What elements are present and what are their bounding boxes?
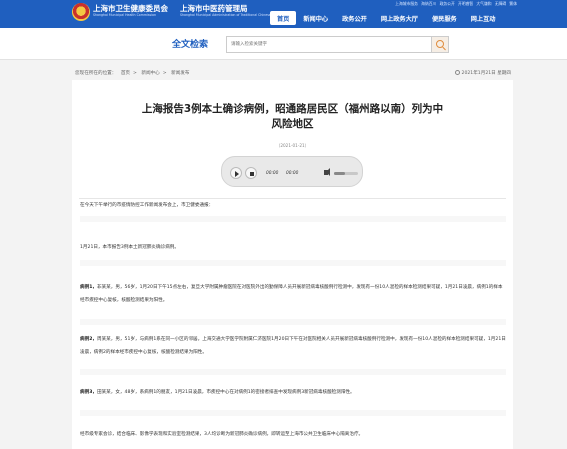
case-2-label: 病例2， bbox=[80, 337, 97, 342]
volume-slider[interactable] bbox=[334, 172, 358, 175]
current-date-text: 2021年1月21日 星期四 bbox=[461, 71, 511, 76]
publish-date: （2021-01-21） bbox=[276, 143, 309, 148]
case-3-text: 田某某，女，48岁，系病例1的朋友，1月21日凌晨，市疾控中心在对病例1的密接者… bbox=[96, 390, 355, 395]
volume-level bbox=[334, 172, 345, 175]
case-3-label: 病例3， bbox=[80, 390, 97, 395]
nav-citizen-services[interactable]: 便民服务 bbox=[425, 11, 464, 25]
paragraph-case-3: 病例3，田某某，女，48岁，系病例1的朋友，1月21日凌晨，市疾控中心在对病例1… bbox=[80, 386, 506, 399]
paragraph-report: 1月21日，本市报告3例本土新冠肺炎确诊病例。 bbox=[80, 245, 179, 250]
search-band: 全文检索 bbox=[0, 28, 567, 60]
paragraph-case-1: 病例1，非某某，男，56岁，1月20日下午15点左右，复旦大学附属肿瘤医院在对医… bbox=[80, 281, 506, 307]
case-2-text: 周某某，男，51岁，与病例1系在同一小区的邻居。上海交通大学医学院附属仁济医院1… bbox=[80, 337, 506, 355]
audio-player: 00:00 00:00 bbox=[221, 156, 363, 187]
case-1-label: 病例1， bbox=[80, 285, 97, 290]
nav-government-affairs[interactable]: 政务公开 bbox=[335, 11, 374, 25]
paragraph-intro: 在今天下午举行的市疫情防控工作新闻发布会上，市卫健委通报： bbox=[80, 203, 214, 208]
current-date: 2021年1月21日 星期四 bbox=[454, 70, 511, 76]
top-link-5: 大气谦和 bbox=[476, 1, 492, 6]
breadcrumb: 您现在所在的位置： 首页 > 新闻中心 > 新闻发布 bbox=[75, 71, 190, 76]
article-title: 上海报告3例本土确诊病例，昭通路居民区（福州路以南）列为中 风险地区 bbox=[72, 102, 513, 132]
emblem-logo-icon[interactable] bbox=[72, 3, 90, 21]
article-title-line-2: 风险地区 bbox=[271, 118, 314, 130]
nav-home[interactable]: 首页 bbox=[270, 11, 297, 25]
paragraph-case-2: 病例2，周某某，男，51岁，与病例1系在同一小区的邻居。上海交通大学医学院附属仁… bbox=[80, 333, 506, 359]
clock-icon bbox=[454, 70, 460, 75]
search-button[interactable] bbox=[432, 36, 449, 53]
top-link-accessibility[interactable]: 无障碍 bbox=[495, 1, 506, 6]
top-link-4: 开明睿智 bbox=[457, 1, 474, 6]
case-1-text: 非某某，男，56岁，1月20日下午15点左右，复旦大学附属肿瘤医院在对医院外出的… bbox=[80, 285, 503, 303]
breadcrumb-news-center[interactable]: 新闻中心 bbox=[141, 71, 159, 76]
main-nav: 首页 新闻中心 政务公开 网上政务大厅 便民服务 网上互动 bbox=[270, 11, 503, 25]
top-link-2: 海纳百川 bbox=[421, 1, 437, 6]
nav-news-center[interactable]: 新闻中心 bbox=[296, 11, 335, 25]
search-input[interactable] bbox=[226, 36, 432, 53]
site-header: 上海市卫生健康委员会 Shanghai Municipal Health Com… bbox=[0, 0, 567, 28]
top-link-3: 政务公开 bbox=[439, 1, 455, 6]
stop-button[interactable] bbox=[245, 167, 257, 179]
nav-online-interaction[interactable]: 网上互动 bbox=[464, 11, 503, 25]
nav-online-service-hall[interactable]: 网上政务大厅 bbox=[374, 11, 425, 25]
breadcrumb-label: 您现在所在的位置： bbox=[75, 71, 117, 76]
article-title-line-1: 上海报告3例本土确诊病例，昭通路居民区（福州路以南）列为中 bbox=[141, 103, 444, 115]
top-link-city-service[interactable]: 上海城市服务 bbox=[395, 1, 418, 6]
search-title: 全文检索 bbox=[172, 40, 209, 50]
top-utility-links: 上海城市服务 海纳百川 政务公开 开明睿智 大气谦和 无障碍 繁体 bbox=[393, 1, 517, 7]
play-button[interactable] bbox=[230, 167, 242, 179]
time-total: 00:00 bbox=[286, 171, 299, 176]
paragraph-expert: 经市级专家会诊，结合临床、影像学表现和实验室检测结果，3人均诊断为新冠肺炎确诊病… bbox=[80, 432, 364, 437]
brand-subtitle-health-commission: Shanghai Municipal Health Commission bbox=[93, 13, 157, 17]
article-panel: 上海报告3例本土确诊病例，昭通路居民区（福州路以南）列为中 风险地区 （2021… bbox=[72, 80, 513, 449]
time-current: 00:00 bbox=[266, 171, 279, 176]
breadcrumb-news-release[interactable]: 新闻发布 bbox=[171, 71, 189, 76]
volume-icon[interactable] bbox=[324, 168, 330, 176]
breadcrumb-home[interactable]: 首页 bbox=[121, 71, 130, 76]
top-link-traditional-chinese[interactable]: 繁体 bbox=[509, 1, 517, 6]
